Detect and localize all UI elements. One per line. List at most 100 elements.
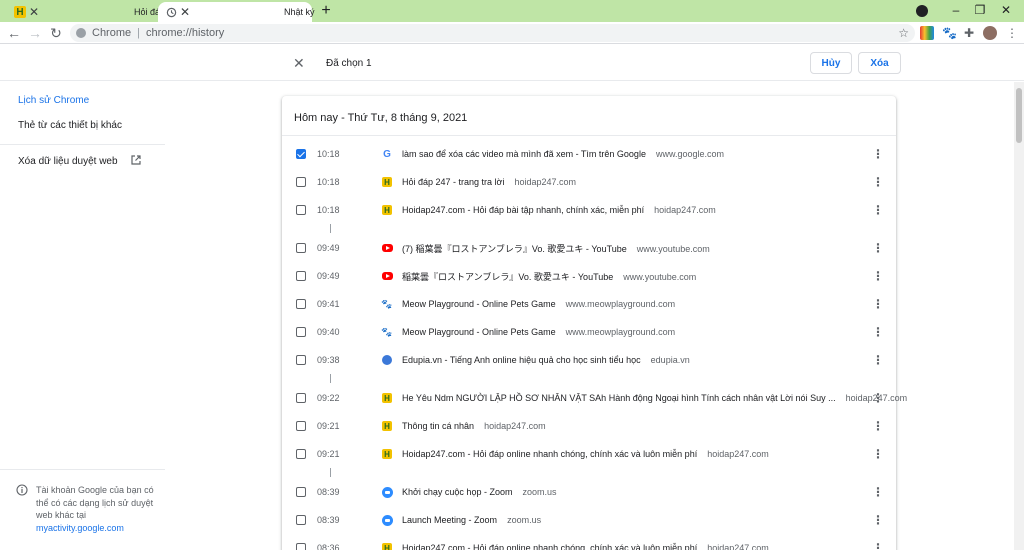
history-row[interactable]: 09:49 稲葉曇『ロストアンブレラ』Vo. 歌愛ユキ - YouTube www.… <box>282 262 896 290</box>
forward-icon[interactable]: → <box>27 25 43 41</box>
myactivity-link[interactable]: myactivity.google.com <box>36 522 156 535</box>
date-header: Hôm nay - Thứ Tư, 8 tháng 9, 2021 <box>294 112 468 124</box>
history-row[interactable]: 10:18 H Hỏi đáp 247 - trang tra lời hoidap2… <box>282 168 896 196</box>
history-link[interactable]: Khởi chạy cuộc họp - Zoom zoom.us <box>402 487 556 497</box>
history-row[interactable]: 10:18 Glàm sao để xóa các video mà mình đ… <box>282 140 896 168</box>
close-icon[interactable]: ✕ <box>177 5 193 19</box>
history-link[interactable]: He Yêu Ndm NGƯỜI LẬP HỒ SƠ NHÂN VẬT SAh … <box>402 393 907 403</box>
more-actions-icon[interactable]: ⋮ <box>872 176 884 188</box>
history-link[interactable]: Hỏi đáp 247 - trang tra lời hoidap247.com <box>402 177 576 187</box>
info-icon <box>16 484 28 496</box>
history-row[interactable]: 09:38 Edupia.vn - Tiếng Anh online hiệu q… <box>282 346 896 374</box>
page-domain: www.youtube.com <box>636 243 710 254</box>
sidebar-item-chrome-history[interactable]: Lịch sử Chrome <box>18 95 89 106</box>
row-checkbox[interactable] <box>296 243 306 253</box>
window-close-icon[interactable]: ✕ <box>998 3 1014 17</box>
row-checkbox[interactable] <box>296 271 306 281</box>
more-actions-icon[interactable]: ⋮ <box>872 392 884 404</box>
history-row[interactable]: 08:39 Launch Meeting - Zoom zoom.us ⋮ <box>282 506 896 534</box>
history-link[interactable]: Launch Meeting - Zoom zoom.us <box>402 515 541 525</box>
row-checkbox[interactable] <box>296 299 306 309</box>
row-checkbox[interactable] <box>296 487 306 497</box>
page-domain: hoidap247.com <box>514 177 577 187</box>
close-icon[interactable]: ✕ <box>26 5 42 19</box>
more-actions-icon[interactable]: ⋮ <box>872 420 884 432</box>
url-text: chrome://history <box>145 27 225 39</box>
history-link[interactable]: làm sao để xóa các video mà mình đã xem … <box>402 149 724 159</box>
paw-extension-icon[interactable]: 🐾 <box>942 26 957 40</box>
sidebar-item-other-devices[interactable]: Thẻ từ các thiết bị khác <box>18 120 122 131</box>
tab-hoidap247[interactable]: H Hỏi đáp 247 - trang tra lời ✕ <box>8 2 236 22</box>
row-checkbox[interactable] <box>296 393 306 403</box>
clear-selection-icon[interactable]: ✕ <box>293 55 305 72</box>
visit-time: 09:21 <box>317 421 340 431</box>
row-checkbox[interactable] <box>296 515 306 525</box>
scrollbar-thumb[interactable] <box>1016 88 1022 143</box>
new-tab-button[interactable]: + <box>318 3 334 19</box>
history-link[interactable]: Hoidap247.com - Hỏi đáp online nhanh chó… <box>402 449 769 459</box>
more-actions-icon[interactable]: ⋮ <box>872 270 884 282</box>
row-checkbox[interactable] <box>296 421 306 431</box>
more-actions-icon[interactable]: ⋮ <box>872 354 884 366</box>
visit-time: 09:49 <box>317 271 340 281</box>
row-checkbox[interactable] <box>296 149 306 159</box>
history-link[interactable]: Hoidap247.com - Hỏi đáp bài tập nhanh, c… <box>402 205 716 215</box>
more-actions-icon[interactable]: ⋮ <box>872 448 884 460</box>
history-link[interactable]: Meow Playground - Online Pets Game www.me… <box>402 299 675 309</box>
more-actions-icon[interactable]: ⋮ <box>872 204 884 216</box>
more-actions-icon[interactable]: ⋮ <box>872 298 884 310</box>
visit-time: 09:49 <box>317 243 340 253</box>
row-checkbox[interactable] <box>296 449 306 459</box>
color-extension-icon[interactable] <box>920 26 934 40</box>
avatar[interactable] <box>983 26 997 40</box>
history-row[interactable]: 10:18 H Hoidap247.com - Hỏi đáp bài tập nh… <box>282 196 896 224</box>
history-row[interactable]: 09:40 🐾 Meow Playground - Online Pets Game… <box>282 318 896 346</box>
page-title: Launch Meeting - Zoom <box>402 515 498 525</box>
history-row[interactable]: 08:36 H Hoidap247.com - Hỏi đáp online nha… <box>282 534 896 550</box>
more-actions-icon[interactable]: ⋮ <box>872 242 884 254</box>
external-link-icon[interactable] <box>130 154 142 166</box>
history-link[interactable]: Thông tin cá nhân hoidap247.com <box>402 421 546 431</box>
history-link[interactable]: (7) 稲葉曇『ロストアンブレラ』Vo. 歌愛ユキ - YouTube www.y… <box>402 242 710 255</box>
extensions-puzzle-icon[interactable]: ✚ <box>962 26 976 40</box>
hoidap247-icon: H <box>382 543 392 550</box>
more-actions-icon[interactable]: ⋮ <box>872 326 884 338</box>
row-checkbox[interactable] <box>296 543 306 550</box>
scrollbar-track[interactable] <box>1014 82 1024 550</box>
history-row[interactable]: 08:39 Khởi chạy cuộc họp - Zoom zoom.us ⋮ <box>282 478 896 506</box>
row-checkbox[interactable] <box>296 205 306 215</box>
more-actions-icon[interactable]: ⋮ <box>872 148 884 160</box>
more-actions-icon[interactable]: ⋮ <box>872 542 884 550</box>
sidebar-item-clear-browsing-data[interactable]: Xóa dữ liệu duyệt web <box>18 156 118 167</box>
google-icon: G <box>383 148 391 160</box>
more-actions-icon[interactable]: ⋮ <box>872 486 884 498</box>
address-bar[interactable]: Chrome | chrome://history ☆ <box>70 24 915 42</box>
cancel-button[interactable]: Hủy <box>810 52 852 74</box>
menu-icon[interactable]: ⋮ <box>1005 26 1019 40</box>
row-checkbox[interactable] <box>296 355 306 365</box>
history-link[interactable]: 稲葉曇『ロストアンブレラ』Vo. 歌愛ユキ - YouTube www.youtu… <box>402 270 696 283</box>
row-checkbox[interactable] <box>296 177 306 187</box>
history-link[interactable]: Hoidap247.com - Hỏi đáp online nhanh chó… <box>402 543 769 550</box>
history-row[interactable]: 09:21 H Hoidap247.com - Hỏi đáp online nha… <box>282 440 896 468</box>
more-actions-icon[interactable]: ⋮ <box>872 514 884 526</box>
page-title: Meow Playground - Online Pets Game <box>402 327 556 337</box>
history-link[interactable]: Meow Playground - Online Pets Game www.me… <box>402 327 675 337</box>
page-domain: www.youtube.com <box>623 271 697 282</box>
history-row[interactable]: 09:21 H Thông tin cá nhân hoidap247.com ⋮ <box>282 412 896 440</box>
hoidap247-icon: H <box>14 6 26 18</box>
tab-history[interactable]: Nhật ký ✕ <box>158 2 315 22</box>
restore-icon[interactable]: ❐ <box>972 3 988 17</box>
delete-button[interactable]: Xóa <box>858 52 901 74</box>
history-link[interactable]: Edupia.vn - Tiếng Anh online hiệu quả ch… <box>402 355 690 365</box>
reload-icon[interactable]: ↻ <box>48 25 64 41</box>
minimize-icon[interactable]: – <box>948 3 964 17</box>
back-icon[interactable]: ← <box>6 25 22 41</box>
history-row[interactable]: 09:41 🐾 Meow Playground - Online Pets Game… <box>282 290 896 318</box>
page-title: Khởi chạy cuộc họp - Zoom <box>402 487 513 497</box>
history-row[interactable]: 09:49 (7) 稲葉曇『ロストアンブレラ』Vo. 歌愛ユキ - YouTube… <box>282 234 896 262</box>
row-checkbox[interactable] <box>296 327 306 337</box>
bookmark-star-icon[interactable]: ☆ <box>898 26 909 40</box>
tab-search-icon[interactable] <box>916 5 928 17</box>
history-row[interactable]: 09:22 H He Yêu Ndm NGƯỜI LẬP HỒ SƠ NHÂN VẬ… <box>282 384 907 412</box>
